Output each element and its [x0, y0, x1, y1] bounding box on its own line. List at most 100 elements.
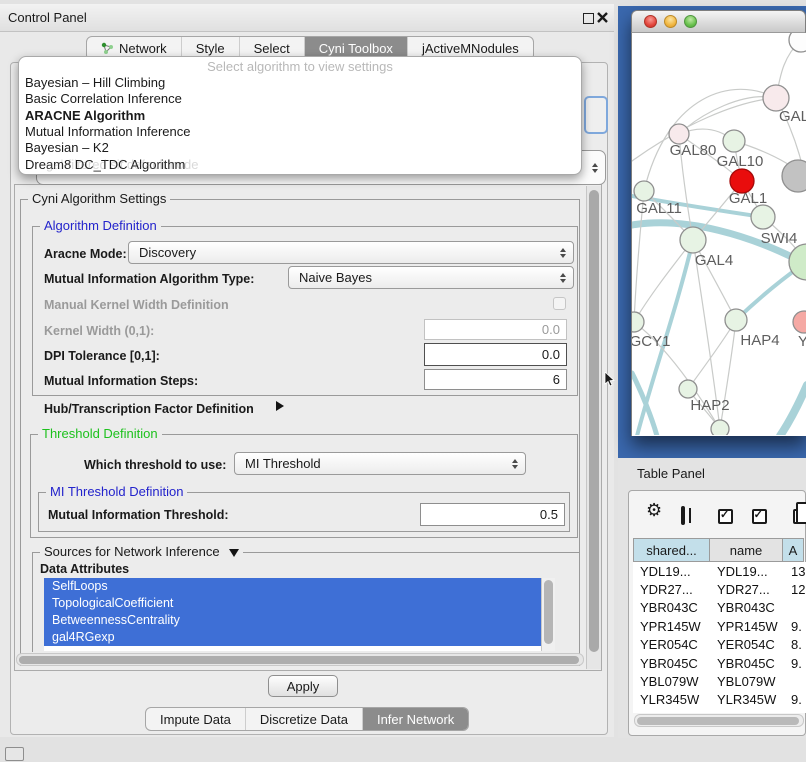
data-attribute-item[interactable]: BetweennessCentrality	[44, 612, 541, 629]
gear-icon[interactable]: ⚙	[646, 501, 662, 519]
network-graph[interactable]: GALGAL80GAL10GAL1SWI4GAL11GAL4GCY1HAP4YH…	[632, 33, 806, 435]
network-window-titlebar[interactable]	[631, 10, 806, 33]
table-header-row: shared...nameA	[633, 538, 806, 562]
network-edge[interactable]	[679, 97, 776, 134]
table-cell: YDL19...	[710, 564, 784, 579]
checked-checkbox-icon[interactable]	[752, 509, 767, 524]
aracne-mode-combobox[interactable]: Discovery	[128, 241, 574, 264]
threshold-definition-title: Threshold Definition	[38, 427, 162, 441]
column-header-shared[interactable]: shared...	[633, 538, 710, 562]
network-edge[interactable]	[688, 320, 736, 389]
algorithm-option[interactable]: ARACNE Algorithm	[25, 108, 145, 124]
which-threshold-combobox[interactable]: MI Threshold	[234, 452, 526, 475]
dpi-tolerance-field[interactable]: 0.0	[424, 343, 567, 366]
network-canvas[interactable]: GALGAL80GAL10GAL1SWI4GAL11GAL4GCY1HAP4YH…	[631, 33, 806, 436]
close-icon[interactable]	[597, 12, 608, 23]
network-node[interactable]	[789, 33, 806, 52]
network-edge[interactable]	[780, 385, 806, 435]
minimize-traffic-light-icon[interactable]	[664, 15, 677, 28]
network-node-gal1[interactable]	[751, 205, 775, 229]
data-attribute-item[interactable]: TopologicalCoefficient	[44, 595, 541, 612]
mi-algorithm-type-label: Mutual Information Algorithm Type:	[44, 272, 254, 286]
collapse-down-icon[interactable]	[229, 549, 239, 557]
table-cell: YBL079W	[633, 674, 710, 689]
which-threshold-label: Which threshold to use:	[84, 458, 226, 472]
table-row[interactable]: YLR345WYLR345W9.	[633, 691, 806, 709]
table-row[interactable]: YBR043CYBR043C	[633, 599, 806, 617]
algorithm-dropdown-placeholder: Select algorithm to view settings	[19, 59, 581, 74]
apply-button[interactable]: Apply	[268, 675, 338, 697]
combo-stepper-icon	[512, 459, 518, 469]
mi-steps-field[interactable]: 6	[424, 369, 567, 390]
data-attribute-item[interactable]: gal4RGexp	[44, 629, 541, 646]
table-row[interactable]: YBR045CYBR045C9.	[633, 654, 806, 672]
table-hscrollbar-thumb[interactable]	[637, 717, 799, 725]
network-node-y[interactable]	[793, 311, 806, 333]
network-edge[interactable]	[736, 265, 802, 320]
combo-stepper-icon	[560, 248, 566, 258]
network-node-hap4[interactable]	[725, 309, 747, 331]
algorithm-option[interactable]: Mutual Information Inference	[25, 124, 190, 140]
table-row[interactable]: YIL052CYIL052C8	[633, 709, 806, 713]
network-node-gal10[interactable]	[723, 130, 745, 152]
tab-discretize-data[interactable]: Discretize Data	[246, 708, 363, 730]
tab-infer-network[interactable]: Infer Network	[363, 708, 468, 730]
data-attribute-item[interactable]: SelfLoops	[44, 578, 541, 595]
split-columns-icon[interactable]	[681, 506, 685, 525]
mi-threshold-field[interactable]: 0.5	[420, 503, 565, 526]
table-row[interactable]: YPR145WYPR145W9.	[633, 617, 806, 635]
table-cell: YLR345W	[710, 692, 784, 707]
table-cell: 12	[784, 582, 806, 597]
dock-mini-icon[interactable]	[5, 747, 24, 761]
tab-impute-data[interactable]: Impute Data	[146, 708, 246, 730]
mi-algorithm-type-combobox[interactable]: Naive Bayes	[288, 266, 574, 289]
table-cell: 9.	[784, 619, 806, 634]
table-cell: YDR27...	[633, 582, 710, 597]
close-traffic-light-icon[interactable]	[644, 15, 657, 28]
network-node-hap2[interactable]	[679, 380, 697, 398]
float-window-icon[interactable]	[583, 13, 594, 24]
table-cell: 9.	[784, 656, 806, 671]
table-row[interactable]: YER054CYER054C8.	[633, 636, 806, 654]
table-cell: YIL052C	[633, 711, 710, 713]
focused-spinner[interactable]	[584, 96, 608, 134]
algorithm-option[interactable]: Basic Correlation Inference	[25, 91, 182, 107]
settings-scrollbar-thumb[interactable]	[589, 190, 599, 652]
table-row[interactable]: YDL19...YDL19...13	[633, 562, 806, 580]
manual-kernel-width-checkbox[interactable]	[553, 297, 566, 310]
data-attributes-list[interactable]: SelfLoopsTopologicalCoefficientBetweenne…	[44, 578, 554, 651]
attributes-vertical-scrollbar[interactable]	[541, 578, 555, 651]
kernel-width-field[interactable]: 0.0	[424, 319, 567, 340]
table-cell: YER054C	[633, 637, 710, 652]
settings-vertical-scrollbar[interactable]	[586, 186, 601, 669]
column-header-A[interactable]: A	[782, 538, 804, 562]
network-node[interactable]	[711, 420, 729, 435]
table-horizontal-scrollbar[interactable]	[634, 714, 804, 727]
network-node-gal4[interactable]	[680, 227, 706, 253]
network-node-gal11[interactable]	[634, 181, 654, 201]
table-row[interactable]: YDR27...YDR27...12	[633, 580, 806, 598]
checked-checkbox-icon[interactable]	[718, 509, 733, 524]
table-row[interactable]: YBL079WYBL079W	[633, 672, 806, 690]
combo-stepper-icon	[560, 273, 566, 283]
settings-hscrollbar-thumb[interactable]	[19, 656, 579, 664]
algorithm-option[interactable]: Bayesian – K2	[25, 140, 109, 156]
network-node-gal80[interactable]	[669, 124, 689, 144]
attributes-scrollbar-thumb[interactable]	[544, 580, 553, 644]
combo-stepper-icon[interactable]	[592, 163, 598, 173]
network-node[interactable]	[782, 160, 806, 192]
table-cell: YDL19...	[633, 564, 710, 579]
document-icon[interactable]	[796, 502, 806, 524]
algorithm-option[interactable]: Bayesian – Hill Climbing	[25, 75, 165, 91]
node-label: SWI4	[761, 230, 798, 247]
table-cell: YER054C	[710, 637, 784, 652]
column-header-name[interactable]: name	[709, 538, 783, 562]
table-cell: 13	[784, 564, 806, 579]
settings-horizontal-scrollbar[interactable]	[16, 653, 584, 666]
expand-right-icon[interactable]	[276, 401, 284, 411]
table-cell: YBL079W	[710, 674, 784, 689]
tab-label: Network	[119, 41, 167, 56]
zoom-traffic-light-icon[interactable]	[684, 15, 697, 28]
network-view-window[interactable]: GALGAL80GAL10GAL1SWI4GAL11GAL4GCY1HAP4YH…	[631, 10, 806, 436]
ghost-combo-text: gal-filtered sif default node	[46, 157, 198, 172]
